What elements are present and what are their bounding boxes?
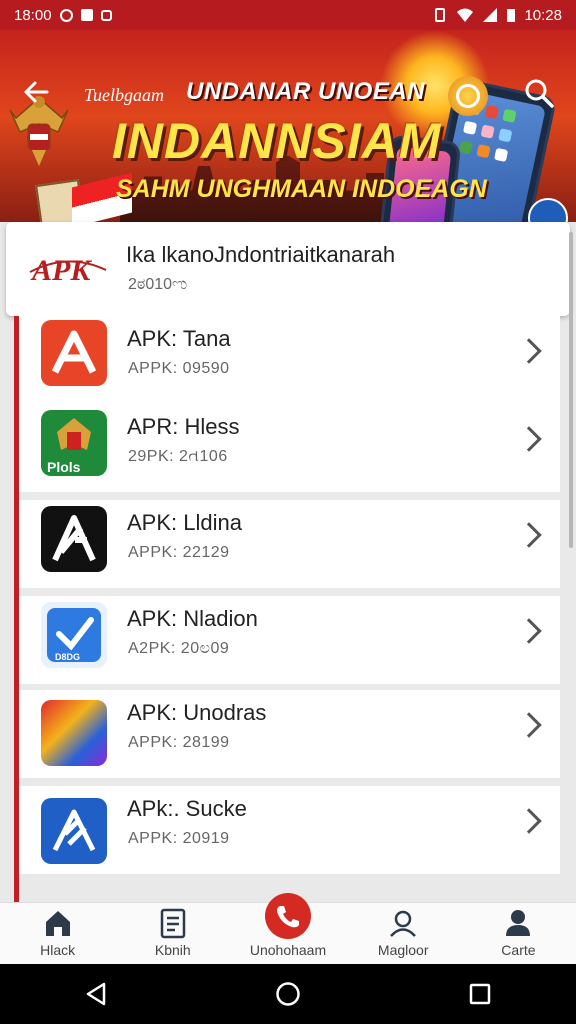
list-item[interactable]: D8DG APK: Nladion A2PK: 20ಲ09 (19, 596, 560, 684)
nav-home[interactable]: Hlack (0, 903, 115, 965)
chevron-right-icon (516, 426, 542, 452)
app-title: APK: Tana (127, 326, 231, 351)
app-subtitle: A2PK: 20ಲ09 (128, 640, 230, 657)
app-list: APK: Tana APPK: 09590 Plols APR: Hless 2… (14, 316, 560, 902)
app-subtitle: 29PK: 2ત106 (128, 448, 228, 465)
nav-call[interactable]: Unohohaam (230, 893, 345, 965)
app-subtitle: APPK: 22129 (128, 544, 230, 561)
a-black-icon (41, 506, 107, 572)
back-button[interactable] (20, 76, 52, 108)
app-title: APK: Lldina (127, 510, 242, 535)
banner-small-text: Tuelbgaam (84, 85, 165, 105)
nav-document[interactable]: Kbnih (115, 903, 230, 965)
banner-headline-3: SAHM UNGHMAAN INDOEAGN (116, 175, 487, 203)
nav-profile-outline[interactable]: Magloor (346, 903, 461, 965)
settings-icon (456, 84, 480, 108)
vibrate-icon (435, 8, 446, 22)
svg-text:APK: APK (30, 254, 92, 287)
status-time-left: 18:00 (14, 6, 52, 24)
triangle-back-icon (86, 982, 106, 1006)
list-item[interactable]: APK: Unodras APPK: 28199 (19, 690, 560, 778)
list-item[interactable]: APk:. Sucke APPK: 20919 (19, 786, 560, 874)
chevron-right-icon (516, 808, 542, 834)
battery-icon (507, 9, 516, 22)
phone-call-icon (277, 906, 299, 928)
svg-text:D8DG: D8DG (55, 652, 80, 662)
nav-account-label: Carte (501, 942, 536, 958)
user-icon (506, 910, 531, 936)
svg-text:Plols: Plols (47, 459, 81, 475)
list-item[interactable]: APK: Lldina APPK: 22129 (19, 500, 560, 588)
app-title: APK: Unodras (127, 700, 267, 725)
nav-document-label: Kbnih (154, 942, 191, 958)
image-icon (100, 9, 112, 21)
bottom-navigation: Hlack Kbnih Unohohaam Magloor Carte (0, 893, 576, 965)
app-title: APk:. Sucke (127, 796, 247, 821)
signal-icon (483, 8, 498, 22)
banner-headline-2: INDANNSIAM (112, 113, 442, 169)
a-blue-icon (41, 798, 107, 864)
wifi-icon (457, 8, 474, 22)
header-subtitle: 2ಠ010ಌ (128, 276, 188, 293)
app-title: APK: Nladion (127, 606, 258, 631)
nav-home-label: Hlack (40, 942, 76, 958)
alarm-icon (59, 8, 73, 22)
banner-headline-1: UNDANAR UNOEAN (186, 78, 425, 105)
apk-a-red-icon (41, 320, 107, 386)
header-title: Ika lkanoJndontriaitkanarah (126, 242, 396, 267)
chevron-right-icon (516, 338, 542, 364)
promo-banner[interactable]: Tuelbgaam UNDANAR UNOEAN INDANNSIAM SAHM… (0, 30, 576, 222)
notification-icon (80, 9, 93, 21)
app-header-card: APK Ika lkanoJndontriaitkanarah 2ಠ010ಌ (6, 222, 570, 316)
scrollbar[interactable] (569, 232, 573, 548)
app-title: APR: Hless (127, 414, 240, 439)
nav-call-label: Unohohaam (249, 942, 327, 958)
app-subtitle: APPK: 20919 (128, 830, 230, 847)
system-back-button[interactable] (76, 974, 116, 1014)
list-item[interactable]: Plols APR: Hless 29PK: 2ત106 (19, 404, 560, 492)
apk-logo-icon: APK (29, 254, 107, 287)
home-icon (45, 911, 70, 936)
arrow-left-icon (24, 81, 49, 103)
search-icon[interactable] (522, 76, 556, 110)
square-recents-icon (469, 983, 491, 1005)
user-outline-icon (390, 910, 417, 937)
app-subtitle: APPK: 28199 (128, 734, 230, 751)
nav-profile-outline-label: Magloor (377, 942, 429, 958)
app-subtitle: APPK: 09590 (128, 360, 230, 377)
system-navigation-bar (0, 964, 576, 1024)
status-time-right: 10:28 (524, 6, 562, 24)
chevron-right-icon (516, 618, 542, 644)
document-icon (160, 908, 186, 939)
system-recents-button[interactable] (460, 974, 500, 1014)
chevron-right-icon (516, 522, 542, 548)
garuda-green-icon: Plols (41, 410, 107, 476)
checkmark-blue-icon: D8DG (41, 602, 107, 668)
settings-button[interactable] (448, 76, 488, 116)
status-bar: 18:00 10:28 (0, 0, 576, 30)
colorful-game-icon (41, 700, 107, 766)
nav-account[interactable]: Carte (461, 903, 576, 965)
chevron-right-icon (516, 712, 542, 738)
circle-home-icon (276, 982, 300, 1006)
list-item[interactable]: APK: Tana APPK: 09590 (19, 316, 560, 404)
system-home-button[interactable] (268, 974, 308, 1014)
